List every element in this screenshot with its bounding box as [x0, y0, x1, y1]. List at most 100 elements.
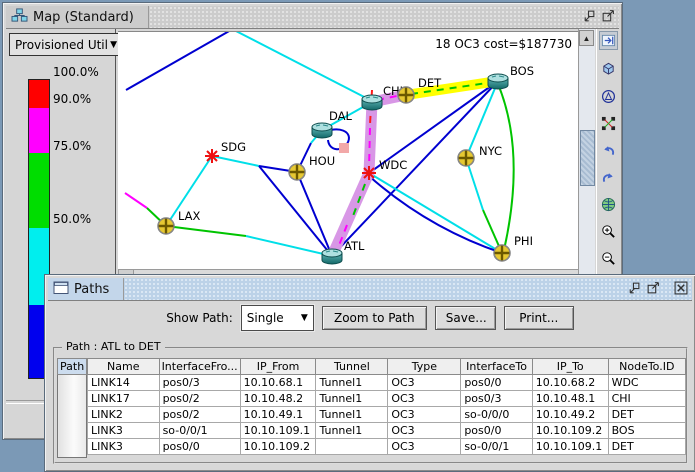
- map-link[interactable]: [212, 156, 259, 166]
- undo-icon[interactable]: [599, 141, 618, 160]
- collapse-panel-icon[interactable]: [599, 31, 618, 50]
- table-cell: LINK17: [88, 391, 160, 407]
- table-cell: [316, 439, 388, 455]
- node-HOU[interactable]: [289, 164, 305, 180]
- path-row-header-body: [58, 375, 87, 458]
- table-cell: LINK14: [88, 375, 160, 391]
- table-cell: pos0/0: [461, 375, 532, 391]
- table-cell: OC3: [388, 407, 461, 423]
- restore-button[interactable]: [627, 280, 643, 296]
- node-ATL[interactable]: [322, 249, 342, 264]
- column-header[interactable]: InterfaceFro...: [159, 359, 240, 375]
- table-cell: LINK3: [88, 423, 160, 439]
- map-link[interactable]: [125, 193, 147, 208]
- links-table[interactable]: NameInterfaceFro...IP_FromTunnelTypeInte…: [87, 358, 686, 455]
- topology-icon[interactable]: [599, 114, 618, 133]
- table-row[interactable]: LINK3pos0/010.10.109.2OC3so-0/0/110.10.1…: [88, 439, 686, 455]
- node-label: PHI: [514, 234, 533, 248]
- node-CHI[interactable]: [362, 95, 382, 110]
- table-cell: WDC: [608, 375, 685, 391]
- map-link[interactable]: [234, 32, 372, 101]
- node-LAX[interactable]: [158, 218, 174, 234]
- util-type-selector[interactable]: Provisioned Util ▼: [9, 33, 123, 56]
- node-label: ATL: [344, 239, 365, 253]
- map-titlebar[interactable]: Map (Standard): [6, 6, 619, 29]
- table-cell: pos0/2: [159, 407, 240, 423]
- node-NYC[interactable]: [458, 150, 474, 166]
- column-header[interactable]: Name: [88, 359, 160, 375]
- maximize-button[interactable]: [646, 280, 662, 296]
- column-header[interactable]: InterfaceTo: [461, 359, 532, 375]
- node-SDG[interactable]: [205, 149, 219, 163]
- paths-window: Paths Show Path: Single ▼ Zoom to Path S…: [44, 274, 695, 472]
- table-cell: CHI: [608, 391, 685, 407]
- zoom-out-icon[interactable]: [599, 249, 618, 268]
- legend-segment: [29, 108, 49, 153]
- table-cell: 10.10.48.1: [532, 391, 608, 407]
- table-cell: 10.10.109.1: [532, 439, 608, 455]
- table-row[interactable]: LINK2pos0/210.10.49.1Tunnel1OC3so-0/0/01…: [88, 407, 686, 423]
- map-link[interactable]: [369, 173, 502, 253]
- paths-window-title: Paths: [74, 282, 109, 297]
- table-cell: so-0/0/0: [461, 407, 532, 423]
- select-circle-icon[interactable]: [599, 87, 618, 106]
- paths-toolbar: Show Path: Single ▼ Zoom to Path Save...…: [48, 304, 692, 332]
- close-button[interactable]: [674, 280, 690, 296]
- redo-icon[interactable]: [599, 168, 618, 187]
- table-cell: OC3: [388, 423, 461, 439]
- zoom-to-path-button[interactable]: Zoom to Path: [322, 306, 427, 330]
- zoom-in-icon[interactable]: [599, 222, 618, 241]
- save-button[interactable]: Save...: [435, 306, 496, 330]
- path-group-box: Path : ATL to DET Path NameInterfaceFro.…: [53, 347, 688, 464]
- node-DAL[interactable]: [312, 123, 332, 138]
- scrollbar-thumb[interactable]: [580, 130, 595, 186]
- globe-icon[interactable]: [599, 195, 618, 214]
- print-button[interactable]: Print...: [504, 306, 574, 330]
- table-cell: Tunnel1: [316, 407, 388, 423]
- loop-marker[interactable]: [339, 143, 349, 153]
- highlighted-path[interactable]: [332, 102, 372, 256]
- table-cell: so-0/0/1: [159, 423, 240, 439]
- show-path-value: Single: [247, 311, 284, 325]
- table-cell: 10.10.68.1: [240, 375, 316, 391]
- box-3d-icon[interactable]: [599, 59, 618, 78]
- map-link[interactable]: [498, 84, 514, 250]
- legend-label: 90.0%: [53, 92, 91, 106]
- table-cell: 10.10.49.2: [532, 407, 608, 423]
- map-link[interactable]: [126, 32, 231, 90]
- map-canvas[interactable]: SDGLAXHOUDALWDCCHIDETBOSNYCPHIATL 18 OC3…: [118, 31, 578, 269]
- column-header[interactable]: Tunnel: [316, 359, 388, 375]
- paths-titlebar[interactable]: Paths: [48, 278, 692, 301]
- table-row[interactable]: LINK14pos0/310.10.68.1Tunnel1OC3pos0/010…: [88, 375, 686, 391]
- legend-segment: [29, 153, 49, 228]
- table-cell: 10.10.109.2: [532, 423, 608, 439]
- column-header[interactable]: Type: [388, 359, 461, 375]
- sitemap-icon: [11, 8, 28, 26]
- chevron-down-icon: ▼: [110, 40, 117, 50]
- node-DET[interactable]: [398, 87, 414, 103]
- table-row[interactable]: LINK17pos0/210.10.48.2Tunnel1OC3pos0/310…: [88, 391, 686, 407]
- show-path-label: Show Path:: [166, 311, 233, 325]
- map-link[interactable]: [332, 81, 498, 256]
- node-PHI[interactable]: [494, 245, 510, 261]
- map-link[interactable]: [297, 172, 332, 256]
- legend-segment: [29, 80, 49, 108]
- show-path-selector[interactable]: Single ▼: [241, 305, 314, 331]
- maximize-button[interactable]: [601, 8, 617, 24]
- legend-label: 100.0%: [53, 65, 99, 79]
- table-cell: pos0/0: [159, 439, 240, 455]
- table-row[interactable]: LINK3so-0/0/110.10.109.1Tunnel1OC3pos0/0…: [88, 423, 686, 439]
- node-WDC[interactable]: [362, 166, 376, 180]
- path-column-header[interactable]: Path: [58, 359, 87, 375]
- node-label: HOU: [309, 154, 335, 168]
- table-cell: 10.10.49.1: [240, 407, 316, 423]
- column-header[interactable]: IP_To: [532, 359, 608, 375]
- scroll-up-arrow[interactable]: ▲: [579, 30, 594, 46]
- table-cell: DET: [608, 407, 685, 423]
- column-header[interactable]: NodeTo.ID: [608, 359, 685, 375]
- column-header[interactable]: IP_From: [240, 359, 316, 375]
- util-type-value: Provisioned Util: [15, 38, 108, 52]
- restore-button[interactable]: [582, 8, 598, 24]
- map-link[interactable]: [166, 226, 246, 236]
- node-BOS[interactable]: [488, 74, 508, 89]
